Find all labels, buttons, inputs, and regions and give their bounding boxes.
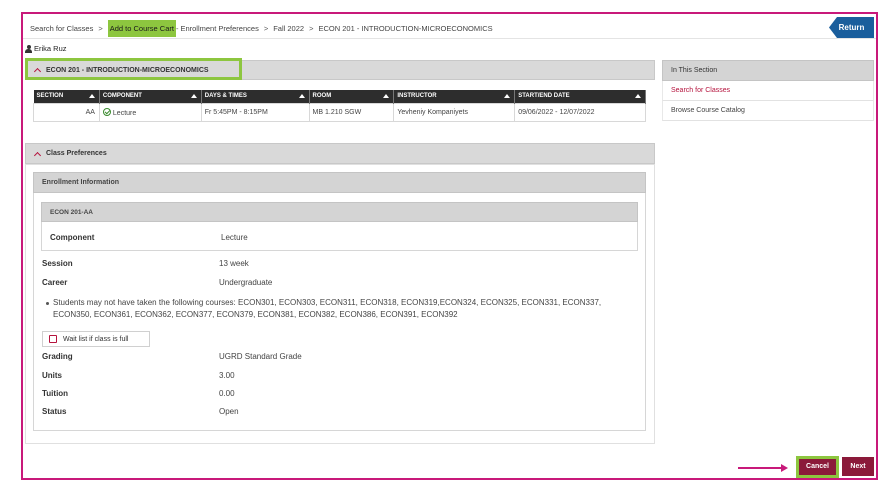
column-header-room[interactable]: ROOM	[309, 90, 395, 103]
breadcrumb-separator: >	[263, 23, 269, 33]
sort-icon	[504, 94, 511, 98]
in-this-section-header: In This Section	[662, 60, 874, 81]
cell-component: Lecture	[98, 102, 202, 122]
cell-room: MB 1.210 SGW	[308, 102, 395, 122]
arrow-head-icon	[781, 464, 788, 472]
side-link-browse-course-catalog[interactable]: Browse Course Catalog	[662, 101, 874, 121]
in-this-section-title: In This Section	[671, 67, 718, 74]
annotation-arrow	[738, 464, 788, 472]
class-preferences-title: Class Preferences	[46, 150, 107, 157]
cell-instructor: Yevheniy Kompaniyets	[393, 102, 516, 122]
breadcrumb-course: ECON 201 - INTRODUCTION-MICROECONOMICS	[318, 23, 493, 33]
highlight-box	[25, 58, 242, 80]
user-icon	[25, 44, 32, 53]
table-row: AA Lecture Fr 5:45PM - 8:15PM MB 1.210 S…	[33, 102, 646, 122]
side-link-search-for-classes[interactable]: Search for Classes	[662, 81, 874, 101]
breadcrumb-term[interactable]: Fall 2022	[273, 24, 304, 33]
arrow-line	[738, 467, 782, 469]
column-header-section[interactable]: SECTION	[33, 90, 100, 103]
breadcrumb-divider	[23, 38, 876, 39]
breadcrumb-separator: >	[309, 23, 314, 33]
column-header-days-times[interactable]: DAYS & TIMES	[201, 90, 310, 103]
next-button[interactable]: Next	[842, 457, 874, 476]
breadcrumb: Search for Classes > Add to Course Cart …	[30, 18, 820, 38]
breadcrumb-separator: >	[98, 23, 103, 33]
cell-section: AA	[33, 102, 100, 122]
sort-icon	[190, 94, 197, 98]
check-circle-icon	[102, 107, 111, 116]
chevron-up-icon	[34, 151, 40, 157]
cell-dates: 09/06/2022 - 12/07/2022	[514, 102, 646, 122]
return-button[interactable]: Return	[829, 17, 874, 38]
class-preferences-panel	[25, 164, 655, 444]
class-preferences-header[interactable]: Class Preferences	[25, 143, 655, 164]
breadcrumb-enrollment-preferences[interactable]: Enrollment Preferences	[180, 24, 258, 33]
class-table: SECTION COMPONENT DAYS & TIMES ROOM INST…	[33, 90, 646, 122]
breadcrumb-add-to-course-cart[interactable]: Add to Course Cart	[107, 19, 176, 37]
breadcrumb-search-for-classes[interactable]: Search for Classes	[30, 24, 93, 33]
sort-icon	[383, 94, 390, 98]
user-name: Erika Ruz	[34, 44, 67, 53]
highlight-box	[796, 456, 839, 478]
breadcrumb-separator: -	[175, 23, 179, 33]
column-header-instructor[interactable]: INSTRUCTOR	[393, 90, 516, 103]
sort-icon	[298, 94, 305, 98]
cell-days-times: Fr 5:45PM - 8:15PM	[200, 102, 310, 122]
column-header-start-end-date[interactable]: START/END DATE	[514, 90, 646, 103]
sort-icon	[635, 94, 641, 98]
column-header-component[interactable]: COMPONENT	[99, 90, 202, 103]
user-info: Erika Ruz	[25, 44, 67, 53]
sort-icon	[88, 94, 95, 98]
